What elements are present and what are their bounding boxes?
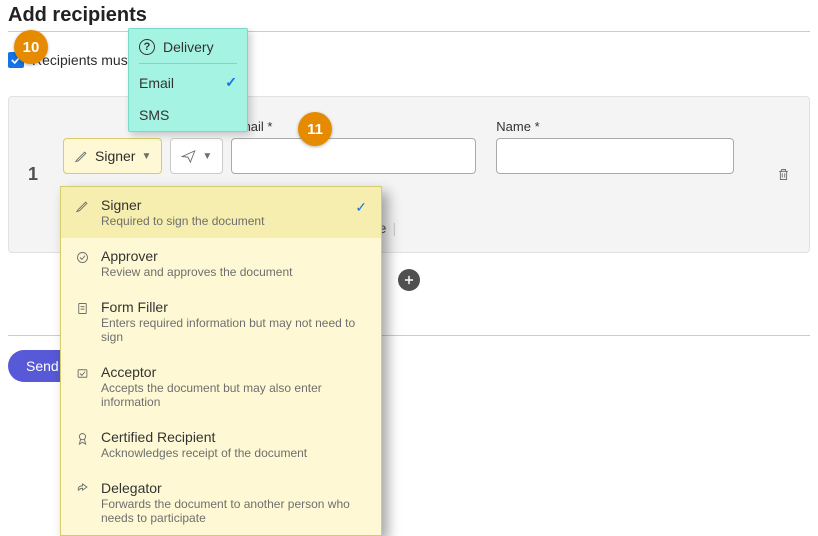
role-selector-label: Signer [95, 148, 135, 164]
role-name: Certified Recipient [101, 429, 367, 445]
role-name: Acceptor [101, 364, 367, 380]
role-desc: Accepts the document but may also enter … [101, 381, 367, 409]
role-desc: Acknowledges receipt of the document [101, 446, 367, 460]
delivery-option-label: SMS [139, 107, 169, 123]
help-icon[interactable]: ? [139, 39, 155, 55]
role-option-certified[interactable]: Certified Recipient Acknowledges receipt… [61, 419, 381, 470]
role-option-approver[interactable]: Approver Review and approves the documen… [61, 238, 381, 289]
role-selector-button[interactable]: Signer ▼ [63, 138, 162, 174]
send-icon [181, 149, 196, 164]
role-name: Form Filler [101, 299, 367, 315]
divider [139, 63, 237, 64]
role-desc: Forwards the document to another person … [101, 497, 367, 525]
role-desc: Enters required information but may not … [101, 316, 367, 344]
divider: | [392, 220, 396, 236]
role-option-delegator[interactable]: Delegator Forwards the document to anoth… [61, 470, 381, 535]
role-desc: Required to sign the document [101, 214, 345, 228]
check-circle-icon [75, 250, 91, 270]
role-option-acceptor[interactable]: Acceptor Accepts the document but may al… [61, 354, 381, 419]
chevron-down-icon: ▼ [202, 151, 212, 162]
page-title: Add recipients [8, 4, 810, 27]
chevron-down-icon: ▼ [141, 151, 151, 162]
role-option-signer[interactable]: Signer Required to sign the document ✓ [61, 187, 381, 238]
order-label: Recipients must [32, 52, 132, 68]
delete-recipient-button[interactable] [769, 97, 797, 252]
delivery-option-label: Email [139, 75, 174, 91]
check-icon: ✓ [355, 199, 367, 216]
delivery-popup: ? Delivery Email ✓ SMS [128, 28, 248, 132]
trash-icon [776, 167, 791, 182]
delivery-option-sms[interactable]: SMS [129, 99, 247, 131]
role-name: Delegator [101, 480, 367, 496]
role-popup: Signer Required to sign the document ✓ A… [60, 186, 382, 536]
accept-icon [75, 366, 91, 386]
pen-icon [75, 199, 91, 219]
add-recipient-button[interactable] [398, 269, 420, 291]
delivery-title: Delivery [163, 39, 214, 55]
pen-icon [74, 149, 89, 164]
name-label: Name * [496, 119, 734, 134]
recipient-index: 1 [9, 97, 57, 252]
name-field[interactable] [496, 138, 734, 174]
forward-icon [75, 482, 91, 502]
delivery-option-email[interactable]: Email ✓ [129, 66, 247, 99]
role-option-form-filler[interactable]: Form Filler Enters required information … [61, 289, 381, 354]
email-label: Email * [231, 119, 476, 134]
form-icon [75, 301, 91, 321]
role-name: Approver [101, 248, 367, 264]
delivery-header: ? Delivery [129, 29, 247, 63]
role-name: Signer [101, 197, 345, 213]
annotation-badge-10: 10 [14, 30, 48, 64]
plus-icon [402, 273, 416, 287]
ribbon-icon [75, 431, 91, 451]
role-desc: Review and approves the document [101, 265, 367, 279]
delivery-selector-button[interactable]: ▼ [170, 138, 223, 174]
email-field[interactable] [231, 138, 476, 174]
check-icon: ✓ [225, 74, 237, 91]
annotation-badge-11: 11 [298, 112, 332, 146]
